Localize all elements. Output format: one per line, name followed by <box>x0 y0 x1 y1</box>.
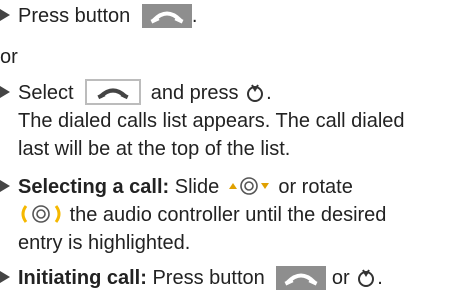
phone-handset-icon <box>85 79 142 105</box>
step3-text3: the audio controller until the desired <box>69 204 387 226</box>
step2-result-line2: last will be at the top of the list. <box>18 138 291 160</box>
step4-punct: . <box>377 267 383 289</box>
bullet-arrow-icon <box>0 9 10 21</box>
step1-punct: . <box>191 5 198 27</box>
step-press-button: Press button . <box>0 2 197 30</box>
step1-text: Press button <box>18 5 131 27</box>
step3-text2: or rotate <box>278 176 353 198</box>
step-selecting-call: Selecting a call: Slide or rotate <box>0 173 353 201</box>
step2-punct: . <box>266 82 272 104</box>
step2-text-mid: and press <box>150 82 239 104</box>
step2-text-before: Select <box>18 82 74 104</box>
step-initiating-call: Initiating call: Press button or . <box>0 264 383 292</box>
phone-handset-icon <box>141 4 192 28</box>
step3-line3: entry is highlighted. <box>18 232 191 254</box>
step4-text1: Press button <box>152 267 265 289</box>
step4-bold: Initiating call: <box>18 267 147 289</box>
bullet-arrow-icon <box>0 86 10 98</box>
step4-text2: or <box>331 267 350 289</box>
step3-bold: Selecting a call: <box>18 176 170 198</box>
bullet-arrow-icon <box>0 180 10 192</box>
step-select: Select and press . <box>0 79 272 107</box>
controller-press-icon <box>355 266 377 296</box>
phone-handset-icon <box>276 266 327 290</box>
or-text: or <box>0 46 18 68</box>
bullet-arrow-icon <box>0 271 10 283</box>
step3-text1: Slide <box>174 176 220 198</box>
step2-result-line1: The dialed calls list appears. The call … <box>18 110 405 132</box>
step3-line2: the audio controller until the desired <box>18 201 386 229</box>
